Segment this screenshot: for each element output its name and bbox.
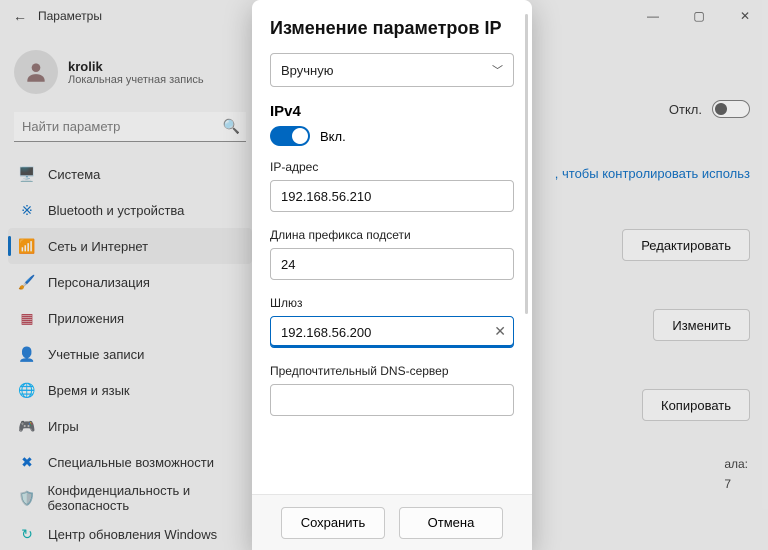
ip-settings-dialog: Изменение параметров IP Вручную ﹀ IPv4 В… xyxy=(252,0,532,550)
prefix-label: Длина префикса подсети xyxy=(270,228,514,242)
ip-address-input[interactable] xyxy=(270,180,514,212)
cancel-button[interactable]: Отмена xyxy=(399,507,503,539)
ipv4-toggle[interactable] xyxy=(270,126,310,146)
ip-mode-select[interactable]: Вручную ﹀ xyxy=(270,53,514,87)
dialog-footer: Сохранить Отмена xyxy=(252,494,532,550)
dialog-title: Изменение параметров IP xyxy=(270,18,514,39)
prefix-input[interactable] xyxy=(270,248,514,280)
ip-mode-value: Вручную xyxy=(281,63,333,78)
dialog-body: Изменение параметров IP Вручную ﹀ IPv4 В… xyxy=(252,0,532,494)
dialog-scrollbar[interactable] xyxy=(525,14,528,314)
ipv4-toggle-label: Вкл. xyxy=(320,129,346,144)
clear-input-icon[interactable]: ✕ xyxy=(494,323,506,340)
gateway-label: Шлюз xyxy=(270,296,514,310)
settings-window: ← Параметры — ▢ ✕ krolik Локальная учетн… xyxy=(0,0,768,550)
gateway-field-wrap: ✕ xyxy=(270,316,514,364)
chevron-down-icon: ﹀ xyxy=(492,62,503,78)
ip-address-label: IP-адрес xyxy=(270,160,514,174)
ipv4-heading: IPv4 xyxy=(270,103,514,120)
dns-label: Предпочтительный DNS-сервер xyxy=(270,364,514,378)
gateway-input[interactable] xyxy=(270,316,514,348)
save-button[interactable]: Сохранить xyxy=(281,507,385,539)
ipv4-toggle-row: Вкл. xyxy=(270,126,514,146)
dns-input[interactable] xyxy=(270,384,514,416)
